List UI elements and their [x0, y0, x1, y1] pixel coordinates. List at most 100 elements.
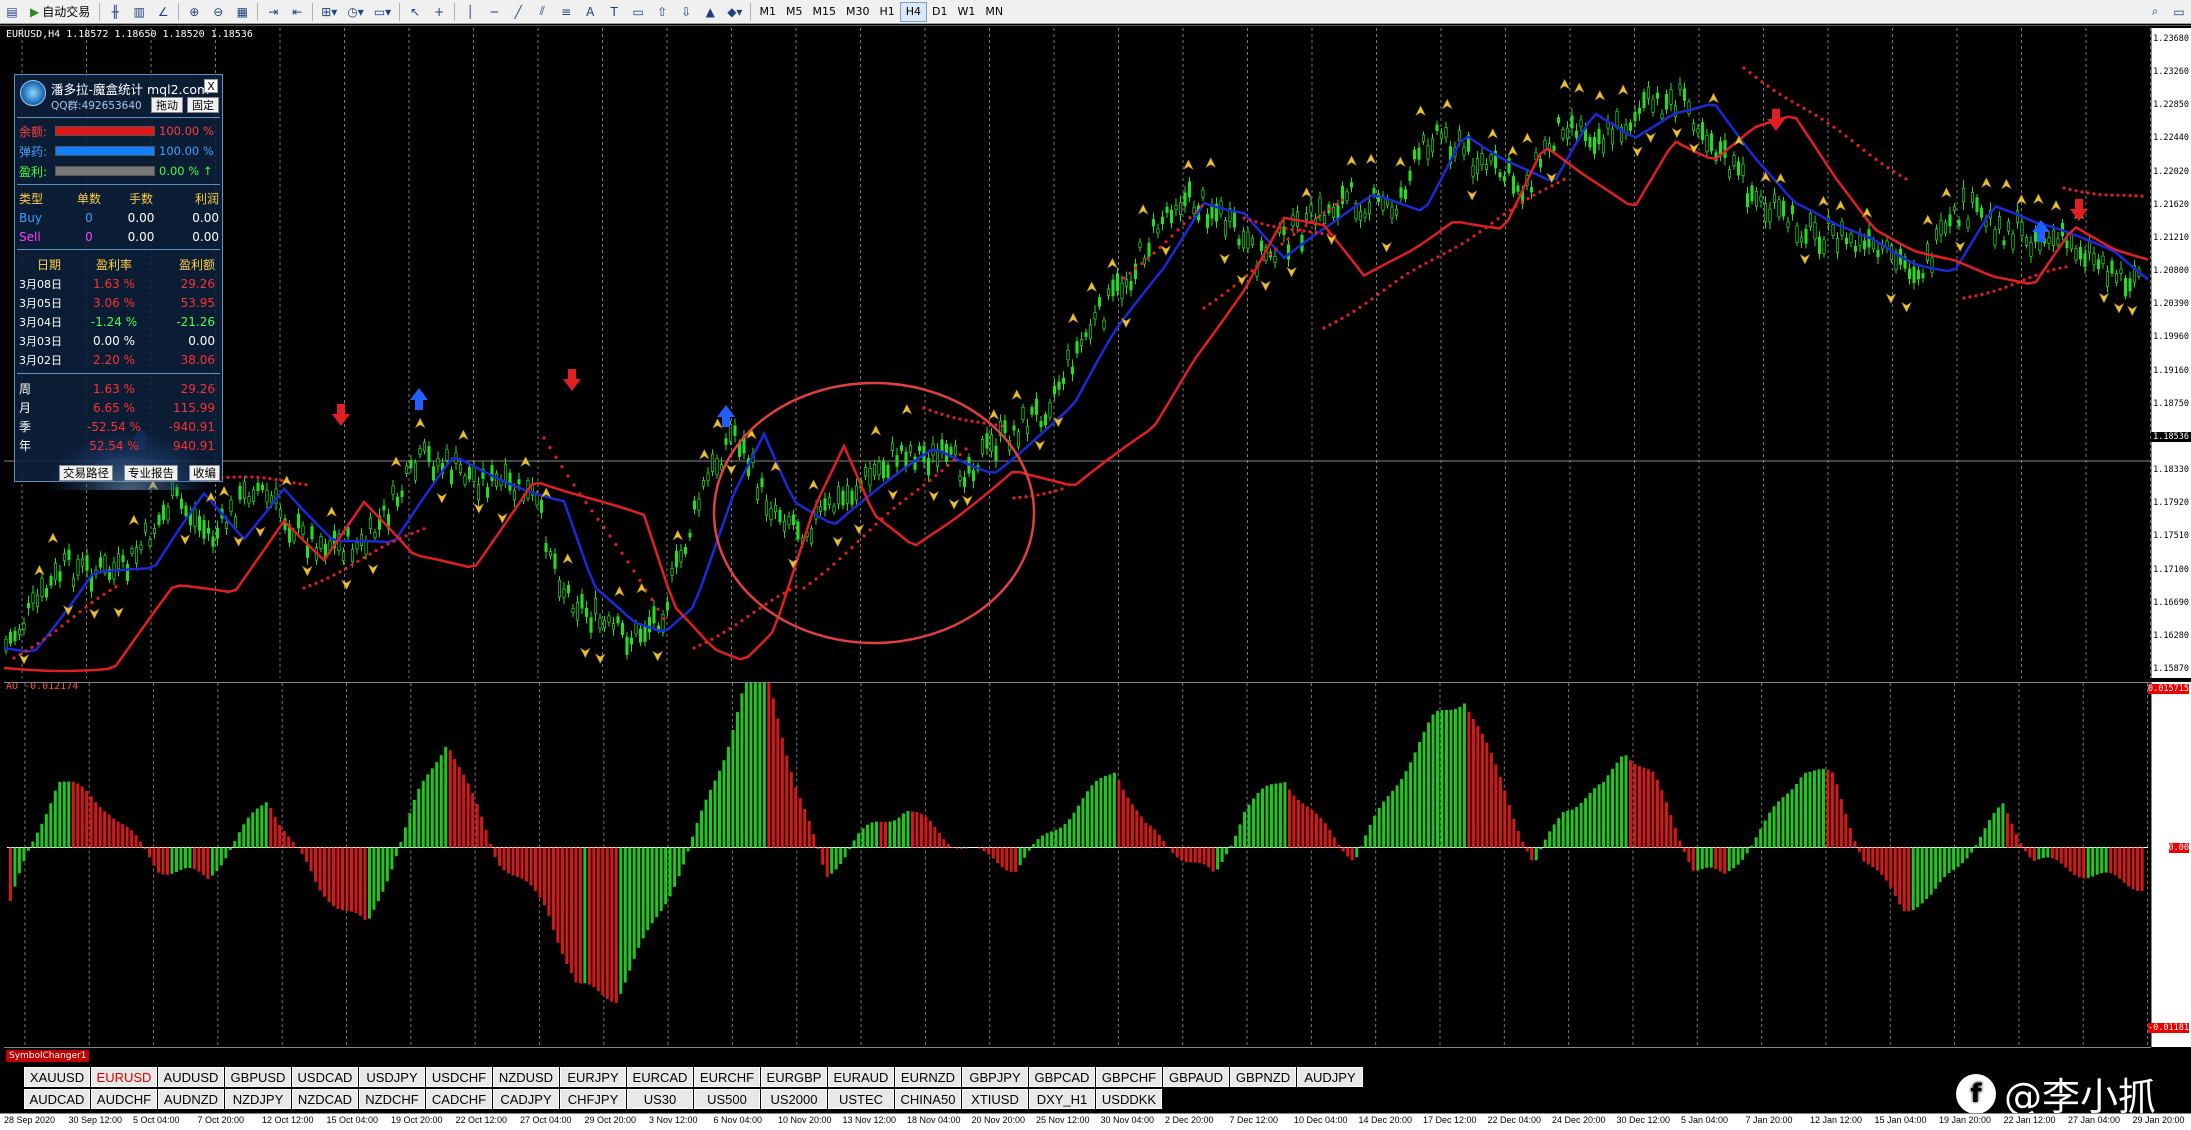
fibonacci-icon[interactable]: ≡ [555, 2, 577, 22]
symbol-button-audchf[interactable]: AUDCHF [91, 1089, 157, 1109]
symbol-button-eurjpy[interactable]: EURJPY [560, 1067, 626, 1087]
sar-dot [662, 617, 666, 621]
symbol-button-usddkk[interactable]: USDDKK [1096, 1089, 1162, 1109]
crosshair-icon[interactable]: + [428, 2, 450, 22]
new-order-icon[interactable]: ▤ [1, 2, 23, 22]
symbol-button-nzdusd[interactable]: NZDUSD [493, 1067, 559, 1087]
trendline-icon[interactable]: ╱ [507, 2, 529, 22]
symbol-button-eurnzd[interactable]: EURNZD [895, 1067, 961, 1087]
symbol-button-usdchf[interactable]: USDCHF [426, 1067, 492, 1087]
symbol-button-china50[interactable]: CHINA50 [895, 1089, 961, 1109]
timeframe-m15[interactable]: M15 [807, 2, 841, 22]
collapse-button[interactable]: 收编 [189, 465, 220, 481]
tile-windows-icon[interactable]: ▦ [231, 2, 253, 22]
symbol-button-gbpnzd[interactable]: GBPNZD [1230, 1067, 1296, 1087]
symbol-button-nzdchf[interactable]: NZDCHF [359, 1089, 425, 1109]
pro-report-button[interactable]: 专业报告 [124, 465, 178, 481]
indicators-icon[interactable]: ⊞▾ [317, 2, 341, 22]
symbol-button-chfjpy[interactable]: CHFJPY [560, 1089, 626, 1109]
candle-body [517, 479, 521, 485]
ao-bar [2028, 847, 2032, 858]
triangle-icon[interactable]: ▲ [699, 2, 721, 22]
symbol-button-usdjpy[interactable]: USDJPY [359, 1067, 425, 1087]
timeframe-d1[interactable]: D1 [927, 2, 952, 22]
symbol-button-gbpusd[interactable]: GBPUSD [225, 1067, 291, 1087]
chart-shift-icon[interactable]: ⇤ [286, 2, 308, 22]
text-icon[interactable]: A [579, 2, 601, 22]
timeframe-m1[interactable]: M1 [754, 2, 781, 22]
symbol-button-gbpjpy[interactable]: GBPJPY [962, 1067, 1028, 1087]
close-button[interactable]: X [204, 79, 218, 93]
search-icon[interactable]: ⌕ [2144, 2, 2166, 22]
timeframe-m30[interactable]: M30 [841, 2, 875, 22]
symbol-button-us30[interactable]: US30 [627, 1089, 693, 1109]
symbol-button-eurgbp[interactable]: EURGBP [761, 1067, 827, 1087]
timeframe-h4[interactable]: H4 [899, 1, 928, 22]
timeframe-h1[interactable]: H1 [874, 2, 899, 22]
symbol-button-cadjpy[interactable]: CADJPY [493, 1089, 559, 1109]
arrow-down-icon[interactable]: ⇩ [675, 2, 697, 22]
ao-histogram[interactable] [4, 682, 2151, 1047]
period-rate: -52.54 % [87, 419, 141, 434]
symbol-button-euraud[interactable]: EURAUD [828, 1067, 894, 1087]
autoscroll-icon[interactable]: ⇥ [262, 2, 284, 22]
zoom-out-icon[interactable]: ⊖ [207, 2, 229, 22]
symbol-button-xtiusd[interactable]: XTIUSD [962, 1089, 1028, 1109]
periods-icon[interactable]: ◷▾ [343, 2, 368, 22]
candlestick-icon[interactable]: ▥ [128, 2, 150, 22]
symbol-button-cadchf[interactable]: CADCHF [426, 1089, 492, 1109]
fix-button[interactable]: 固定 [187, 97, 219, 113]
candle-body [35, 594, 40, 608]
symbol-button-audjpy[interactable]: AUDJPY [1297, 1067, 1363, 1087]
symbol-button-us2000[interactable]: US2000 [761, 1089, 827, 1109]
channel-icon[interactable]: ⫽ [531, 2, 553, 22]
symbol-button-nzdjpy[interactable]: NZDJPY [225, 1089, 291, 1109]
symbol-button-gbpcad[interactable]: GBPCAD [1029, 1067, 1095, 1087]
templates-icon[interactable]: ▭▾ [370, 2, 395, 22]
symbol-button-audnzd[interactable]: AUDNZD [158, 1089, 224, 1109]
timeframe-m5[interactable]: M5 [781, 2, 808, 22]
ao-bar [780, 737, 784, 848]
symbol-button-audusd[interactable]: AUDUSD [158, 1067, 224, 1087]
zoom-in-icon[interactable]: ⊕ [183, 2, 205, 22]
symbol-button-ustec[interactable]: USTEC [828, 1089, 894, 1109]
shapes-menu-icon[interactable]: ◆▾ [723, 2, 746, 22]
candle-body [404, 465, 409, 474]
rectangle-icon[interactable]: ▭ [627, 2, 649, 22]
price-chart[interactable] [4, 28, 2151, 678]
sar-dot [746, 614, 750, 619]
symbol-button-gbpchf[interactable]: GBPCHF [1096, 1067, 1162, 1087]
horizontal-line-icon[interactable]: ─ [483, 2, 505, 22]
sar-dot [1268, 252, 1272, 256]
symbol-button-eurcad[interactable]: EURCAD [627, 1067, 693, 1087]
drag-button[interactable]: 拖动 [151, 97, 183, 113]
timeframe-w1[interactable]: W1 [953, 2, 981, 22]
candle-body [850, 490, 854, 505]
symbol-button-eurchf[interactable]: EURCHF [694, 1067, 760, 1087]
candle-body [1457, 130, 1462, 142]
timeframe-mn[interactable]: MN [980, 2, 1008, 22]
symbol-button-xauusd[interactable]: XAUUSD [24, 1067, 90, 1087]
symbol-button-nzdcad[interactable]: NZDCAD [292, 1089, 358, 1109]
ao-bar [1144, 822, 1148, 848]
symbol-button-eurusd[interactable]: EURUSD [91, 1067, 157, 1087]
bar-chart-icon[interactable]: ╫ [104, 2, 126, 22]
symbol-button-usdcad[interactable]: USDCAD [292, 1067, 358, 1087]
symbol-button-us500[interactable]: US500 [694, 1089, 760, 1109]
arrow-up-icon[interactable]: ⇧ [651, 2, 673, 22]
trade-path-button[interactable]: 交易路径 [59, 465, 113, 481]
chat-icon[interactable]: ▭ [2168, 2, 2190, 22]
ao-bar [349, 847, 353, 912]
price-axis[interactable]: 1.23680 1.23260 1.22850 1.22440 1.22020 1.216… [2151, 28, 2191, 678]
line-chart-icon[interactable]: ∠ [152, 2, 174, 22]
arrow-up-icon [1861, 206, 1873, 219]
symbol-button-audcad[interactable]: AUDCAD [24, 1089, 90, 1109]
arrow-down-icon [579, 647, 591, 659]
symbol-button-gbpaud[interactable]: GBPAUD [1163, 1067, 1229, 1087]
symbol-button-dxy_h1[interactable]: DXY_H1 [1029, 1089, 1095, 1109]
sar-dot [1448, 248, 1452, 253]
autotrade-button[interactable]: ▶ 自动交易 [25, 2, 95, 22]
text-label-icon[interactable]: T [603, 2, 625, 22]
cursor-icon[interactable]: ↖ [404, 2, 426, 22]
vertical-line-icon[interactable]: │ [459, 2, 481, 22]
